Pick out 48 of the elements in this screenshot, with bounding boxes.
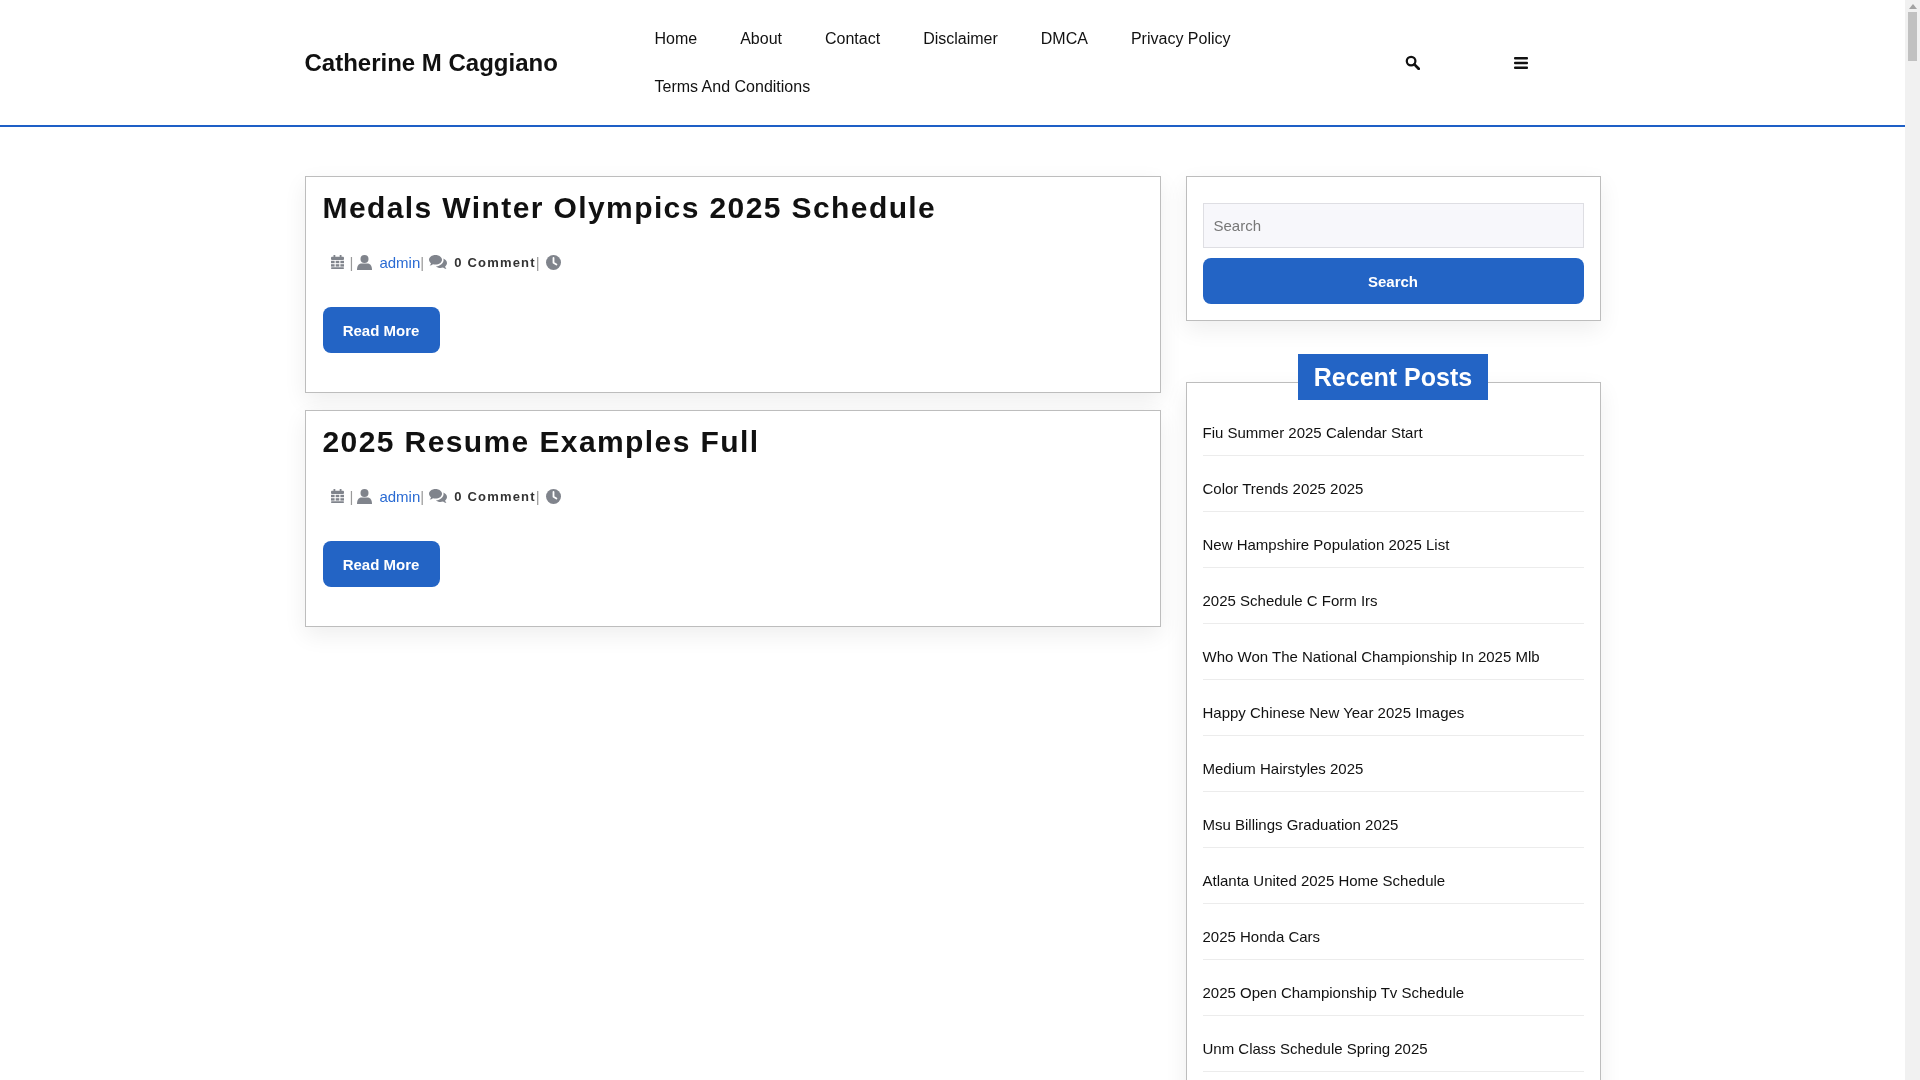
- search-icon[interactable]: [1404, 55, 1420, 70]
- comments-icon: [429, 489, 448, 503]
- menu-icon[interactable]: [1513, 56, 1528, 69]
- recent-post-link[interactable]: Color Trends 2025 2025: [1202, 456, 1584, 512]
- comments-icon: [429, 255, 448, 269]
- recent-post-link[interactable]: Unm Class Schedule Spring 2025: [1202, 1016, 1584, 1072]
- widget-heading: Recent Posts: [1297, 354, 1489, 400]
- meta-separator: |: [349, 253, 354, 271]
- recent-post-link[interactable]: New Hampshire Population 2025 List: [1202, 512, 1584, 568]
- recent-post-link[interactable]: Atlanta United 2025 Home Schedule: [1202, 848, 1584, 904]
- search-field[interactable]: Search: [1202, 203, 1584, 248]
- scrollbar-thumb[interactable]: [1908, 12, 1917, 61]
- search-button[interactable]: Search: [1202, 258, 1584, 304]
- nav-link[interactable]: Privacy Policy: [1130, 14, 1231, 63]
- user-icon: [357, 488, 373, 504]
- meta-separator: |: [420, 253, 425, 271]
- nav-link[interactable]: About: [740, 14, 782, 63]
- clock-icon: [545, 254, 561, 270]
- read-more-button[interactable]: Read More: [322, 307, 440, 353]
- recent-post-link[interactable]: 2025 Schedule C Form Irs: [1202, 568, 1584, 624]
- calendar-icon: [330, 255, 344, 269]
- nav-link[interactable]: DMCA: [1040, 14, 1088, 63]
- meta-separator: |: [420, 487, 425, 505]
- comment-count: 0 Comment: [454, 488, 536, 504]
- recent-post-link[interactable]: 2025 Open Championship Tv Schedule: [1202, 960, 1584, 1016]
- post-title[interactable]: 2025 Resume Examples Full: [322, 421, 1143, 463]
- meta-separator: |: [535, 487, 540, 505]
- scroll-up-arrow-icon[interactable]: [1908, 4, 1917, 9]
- post-title[interactable]: Medals Winter Olympics 2025 Schedule: [322, 187, 1143, 229]
- nav-link[interactable]: Disclaimer: [923, 14, 998, 63]
- scrollbar[interactable]: [1905, 0, 1920, 1080]
- comment-count: 0 Comment: [454, 254, 536, 270]
- recent-post-link[interactable]: Fiu Summer 2025 Calendar Start: [1202, 400, 1584, 456]
- site-title[interactable]: Catherine M Caggiano: [304, 48, 558, 76]
- recent-post-link[interactable]: Happy Chinese New Year 2025 Images: [1202, 680, 1584, 736]
- read-more-button[interactable]: Read More: [322, 541, 440, 587]
- clock-icon: [545, 488, 561, 504]
- recent-post-link[interactable]: Medium Hairstyles 2025: [1202, 736, 1584, 792]
- nav-link[interactable]: Contact: [825, 14, 881, 63]
- recent-post-link[interactable]: Who Won The National Championship In 2025 Mlb: [1202, 624, 1584, 680]
- nav-link[interactable]: Terms And Conditions: [654, 62, 811, 111]
- meta-separator: |: [349, 487, 354, 505]
- recent-post-link[interactable]: 2025 Honda Cars: [1202, 904, 1584, 960]
- recent-post-link[interactable]: Msu Billings Graduation 2025: [1202, 792, 1584, 848]
- user-icon: [357, 254, 373, 270]
- nav-link[interactable]: Home: [654, 14, 698, 63]
- calendar-icon: [330, 489, 344, 503]
- meta-separator: |: [535, 253, 540, 271]
